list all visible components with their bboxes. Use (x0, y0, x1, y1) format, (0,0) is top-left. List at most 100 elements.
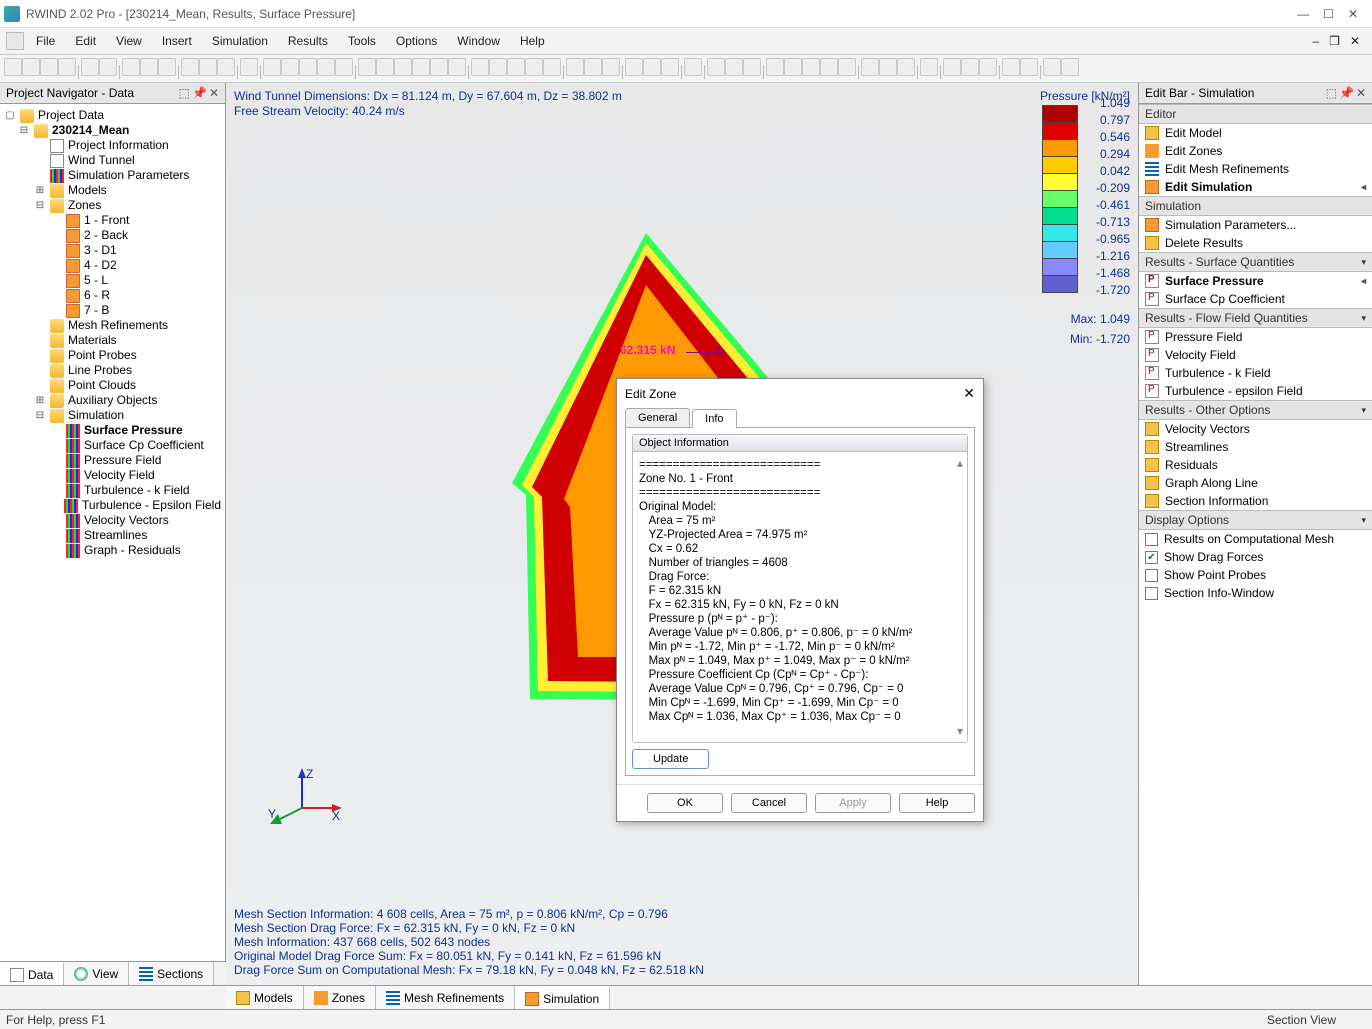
expand-icon[interactable]: ⊟ (34, 408, 46, 423)
toolbar-button[interactable] (838, 58, 856, 76)
tree-sim-item[interactable]: Streamlines (84, 528, 147, 543)
checkbox-icon[interactable]: ✔ (1145, 551, 1158, 564)
dialog-close-button[interactable]: ✕ (963, 385, 975, 402)
toolbar-button[interactable] (566, 58, 584, 76)
toolbar-button[interactable] (961, 58, 979, 76)
toolbar-button[interactable] (784, 58, 802, 76)
editbar-item[interactable]: Streamlines (1139, 438, 1372, 456)
toolbar-button[interactable] (471, 58, 489, 76)
tree-item[interactable]: Models (68, 183, 107, 198)
tree-item[interactable]: Wind Tunnel (68, 153, 135, 168)
apply-button[interactable]: Apply (815, 793, 891, 813)
tab-simulation[interactable]: Simulation (515, 986, 610, 1009)
toolbar-button[interactable] (430, 58, 448, 76)
editbar-item[interactable]: Graph Along Line (1139, 474, 1372, 492)
mdi-minimize-button[interactable]: – (1312, 34, 1319, 48)
expand-icon[interactable]: ⊟ (34, 198, 46, 213)
tree-sim-item[interactable]: Graph - Residuals (84, 543, 181, 558)
tab-mesh-refinements[interactable]: Mesh Refinements (376, 986, 515, 1009)
toolbar-button[interactable] (158, 58, 176, 76)
toolbar-button[interactable] (240, 58, 258, 76)
toolbar-button[interactable] (684, 58, 702, 76)
toolbar-button[interactable] (181, 58, 199, 76)
toolbar-button[interactable] (22, 58, 40, 76)
editbar-item[interactable]: Residuals (1139, 456, 1372, 474)
toolbar-button[interactable] (861, 58, 879, 76)
toolbar-button[interactable] (820, 58, 838, 76)
panel-close-icon[interactable]: ✕ (209, 86, 219, 100)
editbar-item[interactable]: Edit Mesh Refinements (1139, 160, 1372, 178)
toolbar-button[interactable] (543, 58, 561, 76)
menu-tools[interactable]: Tools (338, 30, 386, 52)
toolbar-button[interactable] (317, 58, 335, 76)
mdi-close-button[interactable]: ✕ (1350, 34, 1360, 48)
pin-icon[interactable]: ⬚ (179, 86, 190, 100)
dialog-tab-info[interactable]: Info (692, 409, 736, 428)
toolbar-button[interactable] (979, 58, 997, 76)
tree-sim-item[interactable]: Turbulence - k Field (84, 483, 190, 498)
editbar-check[interactable]: Section Info-Window (1139, 584, 1372, 602)
expand-icon[interactable]: ⊞ (34, 393, 46, 408)
tree-item[interactable]: Materials (68, 333, 117, 348)
expand-icon[interactable]: ⊞ (34, 183, 46, 198)
toolbar-button[interactable] (1002, 58, 1020, 76)
editbar-item[interactable]: Edit Simulation (1139, 178, 1372, 196)
editbar-item[interactable]: Turbulence - epsilon Field (1139, 382, 1372, 400)
tree-sim-item[interactable]: Surface Cp Coefficient (84, 438, 204, 453)
tree-zone[interactable]: 6 - R (84, 288, 110, 303)
toolbar-button[interactable] (335, 58, 353, 76)
scroll-down-icon[interactable]: ▾ (957, 724, 963, 738)
tab-models[interactable]: Models (226, 986, 304, 1009)
tab-view[interactable]: View (64, 962, 129, 985)
toolbar-button[interactable] (584, 58, 602, 76)
toolbar-button[interactable] (40, 58, 58, 76)
toolbar-button[interactable] (707, 58, 725, 76)
tree-zone[interactable]: 4 - D2 (84, 258, 117, 273)
toolbar-button[interactable] (1061, 58, 1079, 76)
toolbar-button[interactable] (99, 58, 117, 76)
toolbar-button[interactable] (140, 58, 158, 76)
tree-zone[interactable]: 7 - B (84, 303, 109, 318)
menu-view[interactable]: View (106, 30, 152, 52)
update-button[interactable]: Update (632, 749, 709, 769)
menu-file[interactable]: File (26, 30, 65, 52)
tree-project[interactable]: 230214_Mean (52, 123, 129, 138)
toolbar-button[interactable] (81, 58, 99, 76)
panel-close-icon[interactable]: ✕ (1356, 86, 1366, 100)
tree-item[interactable]: Auxiliary Objects (68, 393, 157, 408)
toolbar-button[interactable] (299, 58, 317, 76)
menu-insert[interactable]: Insert (152, 30, 202, 52)
tree-zone[interactable]: 2 - Back (84, 228, 128, 243)
tree-zone[interactable]: 1 - Front (84, 213, 129, 228)
tree-item[interactable]: Zones (68, 198, 101, 213)
toolbar-button[interactable] (725, 58, 743, 76)
toolbar-button[interactable] (525, 58, 543, 76)
toolbar-button[interactable] (217, 58, 235, 76)
toolbar-button[interactable] (643, 58, 661, 76)
editbar-item[interactable]: Simulation Parameters... (1139, 216, 1372, 234)
editbar-item[interactable]: Surface Cp Coefficient (1139, 290, 1372, 308)
toolbar-button[interactable] (412, 58, 430, 76)
expand-icon[interactable]: ▢ (4, 108, 16, 123)
tree[interactable]: ▢Project Data ⊟230214_Mean Project Infor… (0, 104, 225, 961)
minimize-button[interactable]: — (1297, 7, 1309, 21)
menu-simulation[interactable]: Simulation (202, 30, 278, 52)
tree-zone[interactable]: 5 - L (84, 273, 108, 288)
toolbar-button[interactable] (743, 58, 761, 76)
toolbar-button[interactable] (1043, 58, 1061, 76)
toolbar-button[interactable] (897, 58, 915, 76)
toolbar-button[interactable] (281, 58, 299, 76)
editbar-check[interactable]: Show Point Probes (1139, 566, 1372, 584)
tree-sim-item[interactable]: Turbulence - Epsilon Field (82, 498, 221, 513)
pin2-icon[interactable]: 📌 (192, 86, 207, 100)
toolbar-button[interactable] (1020, 58, 1038, 76)
editbar-item[interactable]: Delete Results (1139, 234, 1372, 252)
pin-icon[interactable]: ⬚ (1326, 86, 1337, 100)
toolbar-button[interactable] (58, 58, 76, 76)
menu-options[interactable]: Options (386, 30, 447, 52)
tab-sections[interactable]: Sections (129, 962, 214, 985)
toolbar-button[interactable] (879, 58, 897, 76)
tree-sim-item[interactable]: Pressure Field (84, 453, 161, 468)
tree-item[interactable]: Project Information (68, 138, 169, 153)
toolbar-button[interactable] (263, 58, 281, 76)
